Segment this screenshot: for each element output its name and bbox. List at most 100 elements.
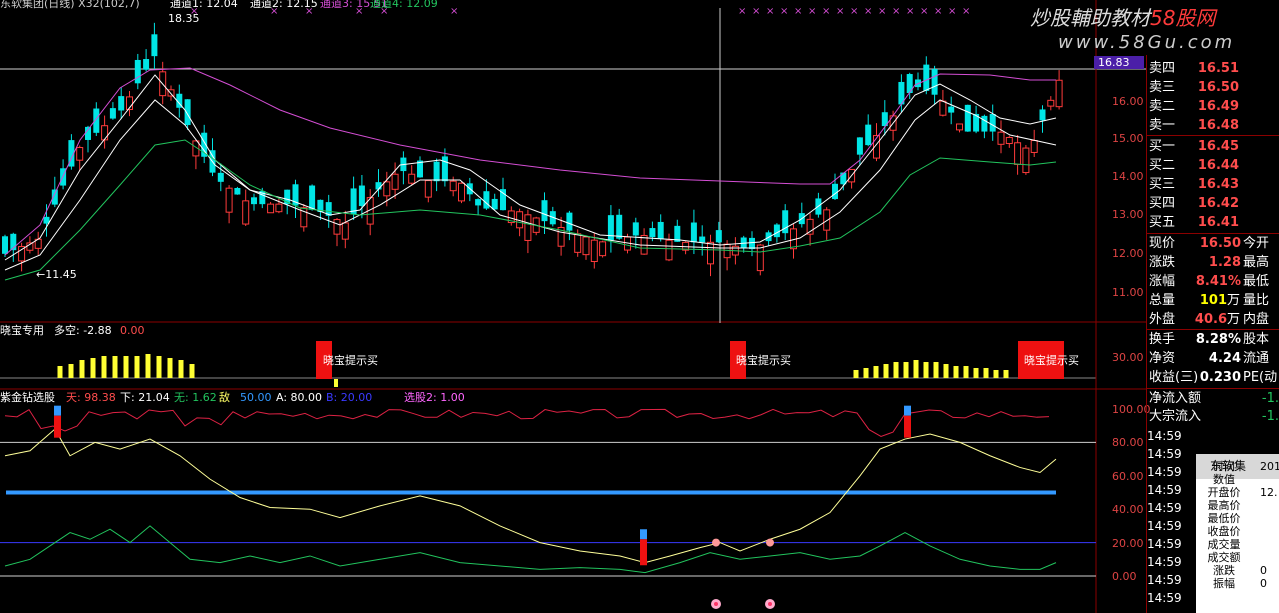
candle-body <box>76 147 84 161</box>
wu-line <box>4 525 1057 574</box>
candle-body <box>649 228 656 238</box>
volume-bar <box>167 358 173 378</box>
candle-body <box>341 222 349 240</box>
candle-body <box>93 108 100 133</box>
signal-marker: × <box>906 6 914 17</box>
signal-marker: × <box>962 6 970 17</box>
volume-bar <box>156 356 162 378</box>
y-tick: 14.00 <box>1112 170 1144 183</box>
candle-body <box>707 241 714 265</box>
candle-body <box>699 236 706 243</box>
bid-row[interactable]: 买一 16.45 <box>1147 137 1279 156</box>
candle-body <box>599 241 607 257</box>
candle-body <box>251 197 257 205</box>
tick-time: 14:59 <box>1147 591 1182 605</box>
volume-bar <box>983 368 989 378</box>
signal-marker: × <box>892 6 900 17</box>
candle-body <box>981 115 988 132</box>
flow-row: 净流入额 -1. <box>1149 391 1279 406</box>
stat-row: 外盘 40.6 万内盘 <box>1149 312 1270 327</box>
legend-tian: 天: 98.38 <box>66 391 116 404</box>
signal-dot <box>766 538 774 547</box>
tick-time: 14:59 <box>1147 429 1182 443</box>
ask-row[interactable]: 卖三 16.50 <box>1147 78 1279 97</box>
signal-marker: × <box>808 6 816 17</box>
candle-body <box>832 183 838 200</box>
legend-channel2: 通道2: 12.15 <box>250 0 318 10</box>
candle-body <box>865 124 872 146</box>
signal-marker: × <box>850 6 858 17</box>
candle-body <box>574 233 582 253</box>
watermark-line1: 炒股輔助教材58股网 <box>1030 6 1216 30</box>
flow-row: 大宗流入 -1. <box>1149 409 1279 424</box>
y-tick: 13.00 <box>1112 208 1144 221</box>
volume-bar <box>90 358 96 378</box>
candle-body <box>275 203 283 213</box>
candle-body <box>1005 136 1013 145</box>
volume-bar <box>943 364 949 378</box>
legend-xuangu: 选股2: 1.00 <box>404 391 465 404</box>
candle-body <box>441 156 448 182</box>
signal-bar-top <box>54 405 61 416</box>
legend-channel4: 通道4: 12.09 <box>370 0 438 10</box>
signal-marker: × <box>864 6 872 17</box>
signal-marker: × <box>878 6 886 17</box>
candle-body <box>541 200 548 222</box>
candle-body <box>665 239 673 261</box>
bid-row[interactable]: 买三 16.43 <box>1147 175 1279 194</box>
ask-row[interactable]: 卖二 16.49 <box>1147 97 1279 116</box>
bid-row[interactable]: 买二 16.44 <box>1147 156 1279 175</box>
candle-body <box>408 173 416 184</box>
candle-body <box>483 191 490 209</box>
data-popup[interactable]: 东软集 时间 201 数值 开盘价 12. 最高价 最低价 收盘价 成交量 成交额 涨跌 0 振幅 0 <box>1196 454 1279 613</box>
candle-body <box>1022 147 1030 174</box>
volume-bar <box>903 362 909 378</box>
volume-bar <box>112 356 118 378</box>
low-price-marker: ←11.45 <box>36 268 77 281</box>
candle-body <box>956 123 963 131</box>
buy-signal-label: 晓宝提示买 <box>1024 354 1079 367</box>
volume-bar <box>79 360 85 378</box>
ask-row[interactable]: 卖四 16.51 <box>1147 59 1279 78</box>
candle-body <box>756 244 764 272</box>
ask-row[interactable]: 卖一 16.48 <box>1147 116 1279 135</box>
signal-bar-top <box>904 405 911 416</box>
candle-body <box>749 237 755 250</box>
volume-bar <box>189 364 195 378</box>
stat-row: 现价 16.50 今开 <box>1149 236 1270 251</box>
signal-marker: × <box>766 6 774 17</box>
candle-body <box>217 172 224 182</box>
candle-body <box>491 198 498 210</box>
candlestick-chart[interactable]: × × × × × × × × × × × × × × × × × × × × × × × <box>0 0 1146 323</box>
candle-body <box>375 182 382 190</box>
y-tick: 12.00 <box>1112 247 1144 260</box>
indicator-chart-zijinzuan[interactable] <box>0 390 1146 613</box>
volume-bar <box>933 362 939 378</box>
buy-signal-label: 晓宝提示买 <box>736 354 791 367</box>
candle-body <box>690 222 697 243</box>
signal-marker: × <box>920 6 928 17</box>
candle-body <box>383 181 391 197</box>
signal-marker: × <box>738 6 746 17</box>
indicator-chart-xiaobao[interactable] <box>0 323 1146 390</box>
signal-bar <box>640 539 647 566</box>
candle-body <box>1055 79 1063 108</box>
tian-line <box>4 408 1050 438</box>
candle-body <box>1039 109 1046 121</box>
lotus-icon-center <box>714 602 718 606</box>
stat-row: 净资 4.24 流通 <box>1149 351 1270 366</box>
high-price-marker: 18.35 <box>168 12 200 25</box>
tick-time: 14:59 <box>1147 465 1182 479</box>
candle-body <box>101 125 109 141</box>
channel-line-4 <box>4 139 1057 281</box>
tick-time: 14:59 <box>1147 555 1182 569</box>
bid-row[interactable]: 买五 16.41 <box>1147 213 1279 232</box>
bid-row[interactable]: 买四 16.42 <box>1147 194 1279 213</box>
signal-bar <box>54 415 61 438</box>
volume-bar <box>68 364 74 378</box>
candle-body <box>715 230 722 243</box>
legend-di: 敌 <box>219 391 230 404</box>
legend-fifty: 50.00 <box>240 391 272 404</box>
candle-body <box>1030 139 1038 153</box>
tick-time: 14:59 <box>1147 537 1182 551</box>
